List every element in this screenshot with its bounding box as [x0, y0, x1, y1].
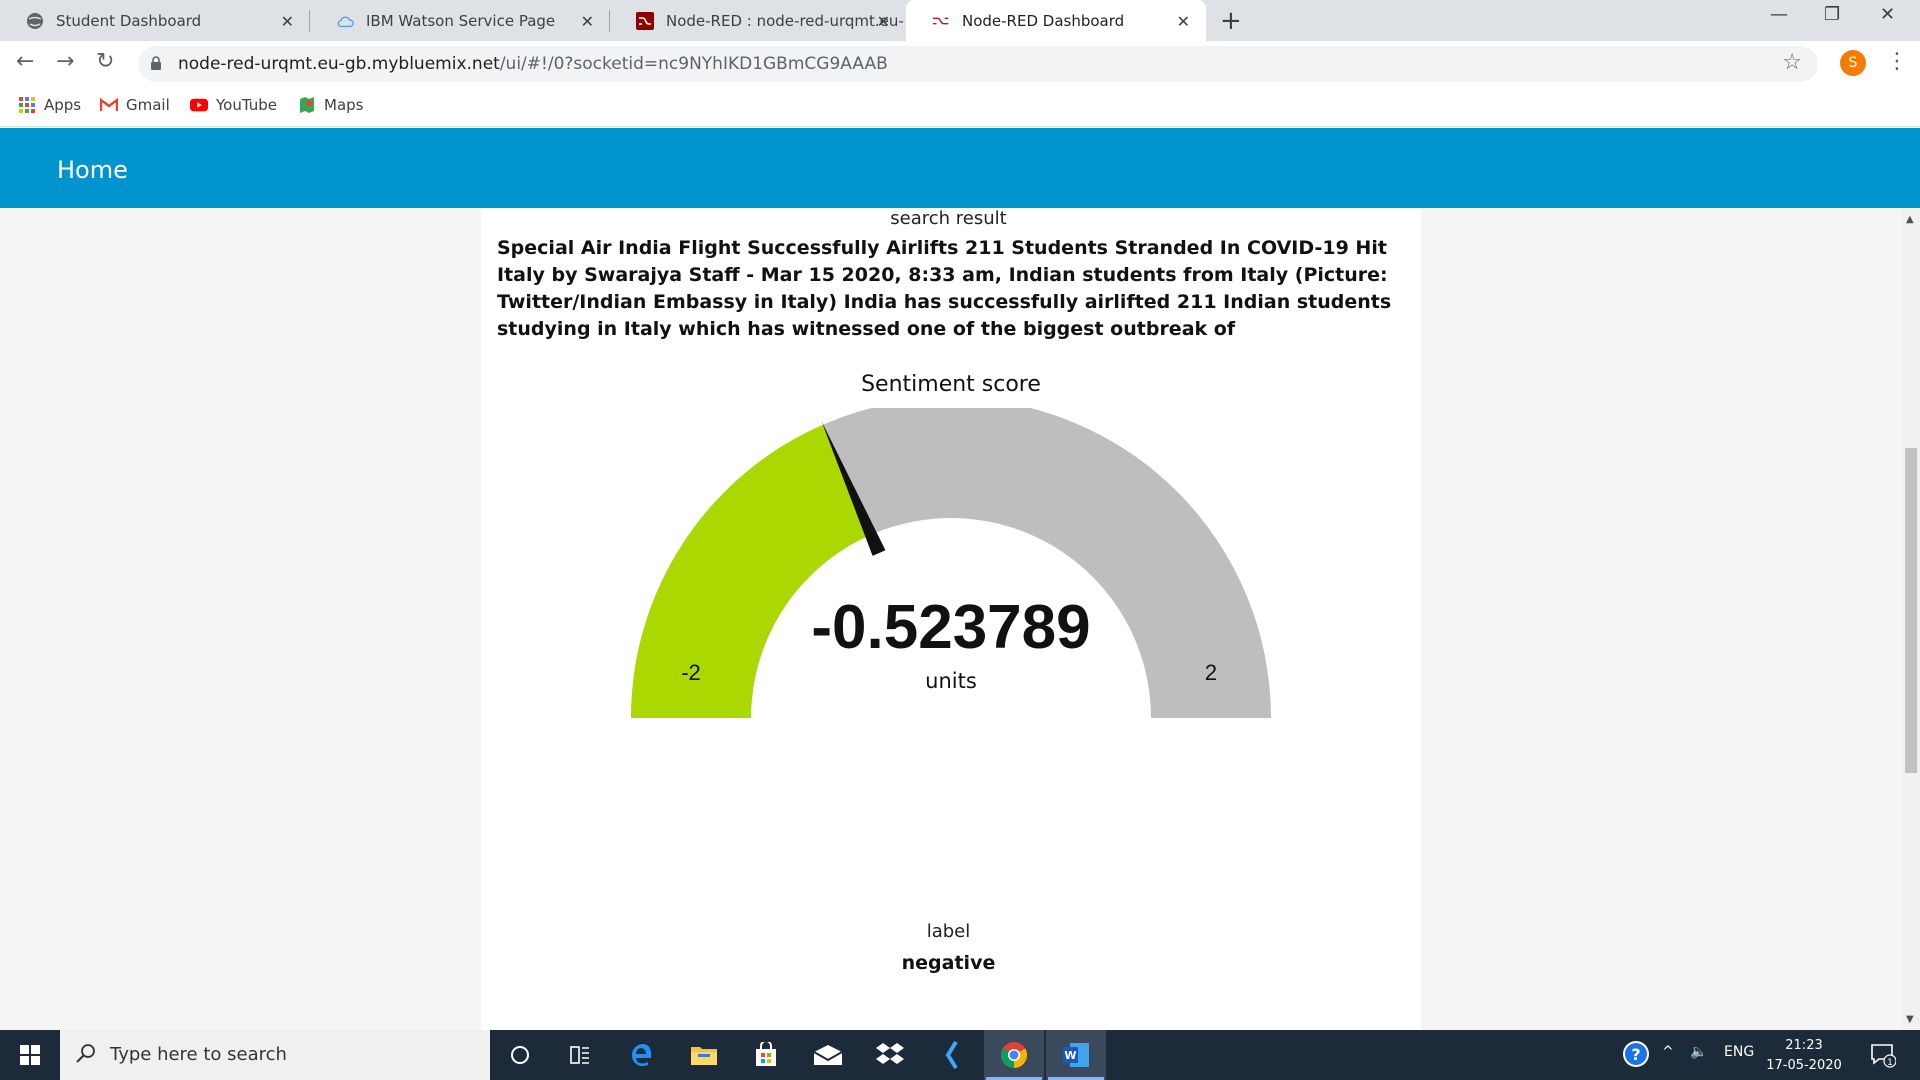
- help-icon[interactable]: ?: [1622, 1040, 1650, 1072]
- windows-start-icon[interactable]: [0, 1030, 60, 1080]
- search-result-label: search result: [890, 208, 1007, 229]
- volume-icon[interactable]: 🔈: [1690, 1044, 1707, 1060]
- windows-taskbar: Type here to search W ? ^ 🔈 ENG 21:23 17…: [0, 1030, 1920, 1080]
- new-tab-icon[interactable]: +: [1220, 6, 1242, 36]
- vscode-icon[interactable]: [922, 1030, 982, 1080]
- cortana-icon[interactable]: [490, 1030, 550, 1080]
- browser-tab-strip: Student Dashboard ✕ IBM Watson Service P…: [0, 0, 1920, 41]
- close-icon[interactable]: ✕: [1177, 12, 1190, 31]
- close-icon[interactable]: ✕: [877, 12, 890, 31]
- tab-student-dashboard[interactable]: Student Dashboard ✕: [0, 0, 310, 41]
- dashboard-group-card: search result Special Air India Flight S…: [481, 208, 1421, 1030]
- chrome-icon[interactable]: [984, 1030, 1044, 1080]
- youtube-icon: [190, 96, 208, 114]
- address-bar[interactable]: node-red-urqmt.eu-gb.mybluemix.net/ui/#!…: [138, 46, 1818, 82]
- more-menu-icon[interactable]: ⋮: [1886, 49, 1908, 74]
- url-text: node-red-urqmt.eu-gb.mybluemix.net/ui/#!…: [178, 54, 888, 74]
- bookmark-label: YouTube: [216, 96, 277, 114]
- clock-date: 17-05-2020: [1766, 1058, 1842, 1073]
- taskbar-clock[interactable]: 21:23 17-05-2020: [1764, 1036, 1844, 1076]
- page-title: Home: [57, 156, 128, 184]
- scroll-down-icon[interactable]: ▼: [1906, 1014, 1914, 1025]
- language-indicator[interactable]: ENG: [1724, 1044, 1754, 1060]
- svg-text:W: W: [1064, 1049, 1076, 1062]
- bookmark-label: Maps: [324, 96, 364, 114]
- close-icon[interactable]: ✕: [281, 12, 294, 31]
- chevron-up-icon[interactable]: ^: [1662, 1044, 1674, 1060]
- gmail-icon: [100, 96, 118, 114]
- microsoft-store-icon[interactable]: [736, 1030, 796, 1080]
- tab-node-red-dashboard[interactable]: Node-RED Dashboard ✕: [906, 0, 1206, 41]
- node-red-icon: [636, 11, 654, 30]
- apps-grid-icon: [18, 96, 36, 114]
- bookmark-gmail[interactable]: Gmail: [100, 96, 170, 114]
- file-explorer-icon[interactable]: [674, 1030, 734, 1080]
- label-widget-label: label: [926, 921, 971, 942]
- search-result-text: Special Air India Flight Successfully Ai…: [497, 237, 1392, 340]
- gauge-value: -0.523789: [811, 593, 1090, 662]
- bookmark-apps[interactable]: Apps: [18, 96, 81, 114]
- bookmark-star-icon[interactable]: ☆: [1782, 50, 1802, 75]
- bookmarks-bar: Apps Gmail YouTube Maps: [0, 87, 1920, 127]
- bookmark-label: Gmail: [126, 96, 170, 114]
- notification-icon[interactable]: 1: [1870, 1042, 1897, 1072]
- gauge-min-label: -2: [681, 660, 701, 685]
- edge-browser-icon[interactable]: [612, 1030, 672, 1080]
- lock-icon: [150, 55, 162, 70]
- gauge-max-label: 2: [1205, 660, 1217, 685]
- maps-icon: [298, 96, 316, 114]
- dashboard-header: Home: [0, 128, 1920, 208]
- svg-text:?: ?: [1631, 1045, 1640, 1064]
- cloud-icon: [336, 12, 354, 30]
- bookmark-label: Apps: [44, 96, 82, 114]
- close-icon[interactable]: ✕: [581, 12, 594, 31]
- gauge-units: units: [925, 669, 977, 693]
- search-placeholder: Type here to search: [110, 1044, 287, 1065]
- tab-node-red-editor[interactable]: Node-RED : node-red-urqmt.eu- ✕: [610, 0, 906, 41]
- tab-title: IBM Watson Service Page: [366, 11, 556, 30]
- browser-toolbar: ← → ↻ node-red-urqmt.eu-gb.mybluemix.net…: [0, 41, 1920, 87]
- clock-time: 21:23: [1785, 1038, 1823, 1053]
- tab-ibm-watson[interactable]: IBM Watson Service Page ✕: [310, 0, 610, 41]
- close-window-icon[interactable]: ✕: [1880, 4, 1895, 25]
- restore-icon[interactable]: ❐: [1824, 4, 1840, 25]
- bookmark-maps[interactable]: Maps: [298, 96, 363, 114]
- word-icon[interactable]: W: [1046, 1030, 1106, 1080]
- taskbar-search-input[interactable]: Type here to search: [60, 1030, 490, 1080]
- gauge-fill: [631, 424, 872, 718]
- dropbox-icon[interactable]: [860, 1030, 920, 1080]
- globe-icon: [26, 12, 44, 30]
- tab-title: Node-RED : node-red-urqmt.eu-: [666, 11, 904, 30]
- dashboard-content: search result Special Air India Flight S…: [0, 208, 1902, 1030]
- task-view-icon[interactable]: [550, 1030, 610, 1080]
- forward-icon[interactable]: →: [56, 49, 74, 74]
- scrollbar-thumb[interactable]: [1905, 448, 1917, 773]
- notification-count: 1: [1887, 1058, 1893, 1068]
- tab-title: Student Dashboard: [56, 11, 202, 30]
- mail-icon[interactable]: [798, 1030, 858, 1080]
- scroll-up-icon[interactable]: ▲: [1906, 214, 1914, 225]
- label-widget-value: negative: [901, 952, 996, 974]
- bookmark-youtube[interactable]: YouTube: [190, 96, 277, 114]
- profile-avatar[interactable]: S: [1840, 50, 1866, 76]
- minimize-icon[interactable]: —: [1770, 4, 1788, 25]
- back-icon[interactable]: ←: [16, 49, 34, 74]
- reload-icon[interactable]: ↻: [96, 49, 114, 74]
- node-red-icon: [932, 12, 950, 30]
- search-icon: [74, 1042, 98, 1070]
- tab-title: Node-RED Dashboard: [962, 11, 1125, 30]
- gauge-title: Sentiment score: [861, 372, 1041, 397]
- sentiment-gauge: -0.523789 units -2 2: [631, 408, 1271, 718]
- page-scrollbar[interactable]: ▲ ▼: [1902, 208, 1920, 1030]
